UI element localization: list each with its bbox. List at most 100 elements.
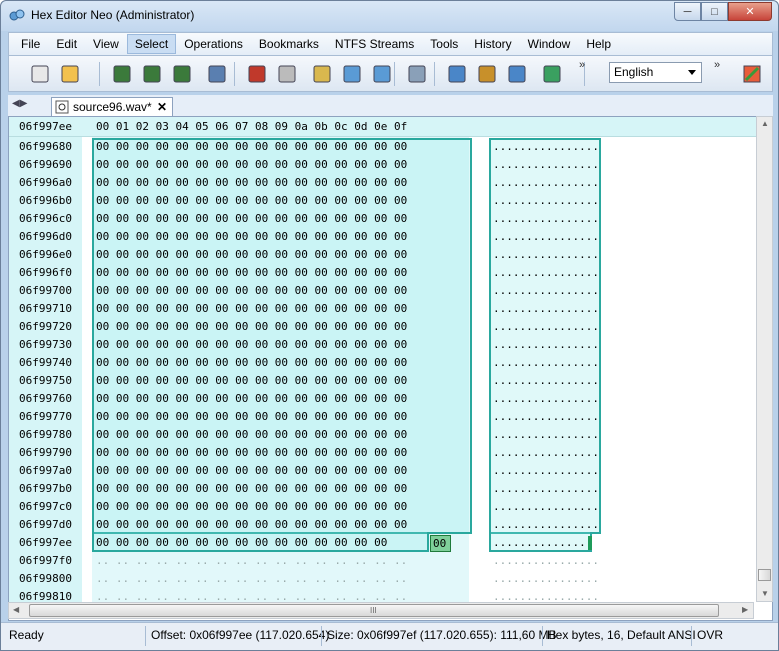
open-folder-icon[interactable] bbox=[57, 61, 83, 87]
current-byte-cursor[interactable]: 00 bbox=[430, 535, 451, 552]
language-select[interactable]: English bbox=[609, 62, 702, 83]
row-hex-bytes[interactable]: 00 00 00 00 00 00 00 00 00 00 00 00 00 0… bbox=[96, 266, 407, 279]
table-row[interactable]: 06f99750 00 00 00 00 00 00 00 00 00 00 00… bbox=[9, 374, 749, 392]
row-ascii[interactable]: ................ bbox=[493, 374, 599, 387]
row-hex-bytes[interactable]: 00 00 00 00 00 00 00 00 00 00 00 00 00 0… bbox=[96, 374, 407, 387]
row-ascii[interactable]: ................ bbox=[493, 266, 599, 279]
table-row[interactable]: 06f996b0 00 00 00 00 00 00 00 00 00 00 00… bbox=[9, 194, 749, 212]
menu-history[interactable]: History bbox=[466, 34, 519, 54]
scroll-down-icon[interactable]: ▼ bbox=[761, 589, 769, 598]
table-row[interactable]: 06f99730 00 00 00 00 00 00 00 00 00 00 00… bbox=[9, 338, 749, 356]
vertical-scroll-thumb[interactable] bbox=[758, 569, 771, 581]
table-row[interactable]: 06f997ee 00 00 00 00 00 00 00 00 00 00 00… bbox=[9, 536, 749, 554]
row-ascii[interactable]: ................ bbox=[493, 248, 599, 261]
table-row[interactable]: 06f996e0 00 00 00 00 00 00 00 00 00 00 00… bbox=[9, 248, 749, 266]
row-hex-bytes[interactable]: 00 00 00 00 00 00 00 00 00 00 00 00 00 0… bbox=[96, 446, 407, 459]
menu-window[interactable]: Window bbox=[520, 34, 579, 54]
row-ascii[interactable]: ................ bbox=[493, 554, 599, 567]
row-hex-bytes[interactable]: 00 00 00 00 00 00 00 00 00 00 00 00 00 0… bbox=[96, 320, 407, 333]
paste-icon[interactable] bbox=[369, 61, 395, 87]
toolbar-overflow-icon[interactable]: » bbox=[579, 59, 585, 71]
row-ascii[interactable]: ................ bbox=[493, 482, 599, 495]
table-row[interactable]: 06f997a0 00 00 00 00 00 00 00 00 00 00 00… bbox=[9, 464, 749, 482]
table-row[interactable]: 06f99680 00 00 00 00 00 00 00 00 00 00 00… bbox=[9, 140, 749, 158]
properties-icon[interactable] bbox=[309, 61, 335, 87]
redo-icon[interactable] bbox=[274, 61, 300, 87]
row-ascii[interactable]: ................ bbox=[493, 158, 599, 171]
table-row[interactable]: 06f997c0 00 00 00 00 00 00 00 00 00 00 00… bbox=[9, 500, 749, 518]
row-ascii[interactable]: ................ bbox=[493, 356, 599, 369]
menu-file[interactable]: File bbox=[13, 34, 48, 54]
tab-document[interactable]: source96.wav* ✕ bbox=[51, 97, 173, 116]
row-ascii[interactable]: ................ bbox=[493, 410, 599, 423]
maximize-button[interactable]: □ bbox=[701, 2, 728, 21]
find-next-icon[interactable] bbox=[474, 61, 500, 87]
undo-icon[interactable] bbox=[244, 61, 270, 87]
row-hex-bytes[interactable]: 00 00 00 00 00 00 00 00 00 00 00 00 00 0… bbox=[96, 338, 407, 351]
title-bar[interactable]: Hex Editor Neo (Administrator) ─ □ ✕ bbox=[1, 1, 778, 31]
find-previous-icon[interactable] bbox=[504, 61, 530, 87]
table-row[interactable]: 06f99770 00 00 00 00 00 00 00 00 00 00 00… bbox=[9, 410, 749, 428]
row-hex-bytes[interactable]: 00 00 00 00 00 00 00 00 00 00 00 00 00 0… bbox=[96, 212, 407, 225]
row-ascii[interactable]: ................ bbox=[493, 392, 599, 405]
table-row[interactable]: 06f996a0 00 00 00 00 00 00 00 00 00 00 00… bbox=[9, 176, 749, 194]
table-row[interactable]: 06f99720 00 00 00 00 00 00 00 00 00 00 00… bbox=[9, 320, 749, 338]
save-all-icon[interactable] bbox=[169, 61, 195, 87]
row-hex-bytes[interactable]: .. .. .. .. .. .. .. .. .. .. .. .. .. .… bbox=[96, 554, 407, 567]
table-row[interactable]: 06f99790 00 00 00 00 00 00 00 00 00 00 00… bbox=[9, 446, 749, 464]
new-file-icon[interactable] bbox=[27, 61, 53, 87]
row-hex-bytes[interactable]: 00 00 00 00 00 00 00 00 00 00 00 00 00 0… bbox=[96, 176, 407, 189]
menu-edit[interactable]: Edit bbox=[48, 34, 85, 54]
table-row[interactable]: 06f99760 00 00 00 00 00 00 00 00 00 00 00… bbox=[9, 392, 749, 410]
table-row[interactable]: 06f99780 00 00 00 00 00 00 00 00 00 00 00… bbox=[9, 428, 749, 446]
bookmark-icon[interactable] bbox=[539, 61, 565, 87]
row-ascii[interactable]: ............... bbox=[493, 536, 592, 549]
toolbar-overflow-icon-2[interactable]: » bbox=[714, 59, 720, 71]
row-hex-bytes[interactable]: 00 00 00 00 00 00 00 00 00 00 00 00 00 0… bbox=[96, 482, 407, 495]
row-hex-bytes[interactable]: 00 00 00 00 00 00 00 00 00 00 00 00 00 0… bbox=[96, 392, 407, 405]
row-hex-bytes[interactable]: 00 00 00 00 00 00 00 00 00 00 00 00 00 0… bbox=[96, 230, 407, 243]
horizontal-scrollbar[interactable]: ◀ III ▶ bbox=[8, 602, 754, 619]
scroll-left-icon[interactable]: ◀ bbox=[13, 605, 19, 614]
row-hex-bytes[interactable]: 00 00 00 00 00 00 00 00 00 00 00 00 00 0… bbox=[96, 194, 407, 207]
customize-icon[interactable] bbox=[739, 61, 765, 87]
find-icon[interactable] bbox=[444, 61, 470, 87]
table-row[interactable]: 06f99690 00 00 00 00 00 00 00 00 00 00 00… bbox=[9, 158, 749, 176]
table-row[interactable]: 06f996d0 00 00 00 00 00 00 00 00 00 00 00… bbox=[9, 230, 749, 248]
row-hex-bytes[interactable]: 00 00 00 00 00 00 00 00 00 00 00 00 00 0… bbox=[96, 302, 407, 315]
table-row[interactable]: 06f99710 00 00 00 00 00 00 00 00 00 00 00… bbox=[9, 302, 749, 320]
tab-scroll-arrows-icon[interactable]: ◀▶ bbox=[12, 98, 27, 109]
row-hex-bytes[interactable]: 00 00 00 00 00 00 00 00 00 00 00 00 00 0… bbox=[96, 410, 407, 423]
scroll-up-icon[interactable]: ▲ bbox=[761, 119, 769, 128]
row-ascii[interactable]: ................ bbox=[493, 320, 599, 333]
row-ascii[interactable]: ................ bbox=[493, 428, 599, 441]
menu-view[interactable]: View bbox=[85, 34, 127, 54]
menu-operations[interactable]: Operations bbox=[176, 34, 251, 54]
minimize-button[interactable]: ─ bbox=[674, 2, 701, 21]
row-ascii[interactable]: ................ bbox=[493, 500, 599, 513]
print-icon[interactable] bbox=[204, 61, 230, 87]
table-row[interactable]: 06f997d0 00 00 00 00 00 00 00 00 00 00 00… bbox=[9, 518, 749, 536]
table-row[interactable]: 06f99700 00 00 00 00 00 00 00 00 00 00 00… bbox=[9, 284, 749, 302]
vertical-scrollbar[interactable]: ▲ ▼ bbox=[756, 116, 773, 602]
row-ascii[interactable]: ................ bbox=[493, 518, 599, 531]
row-hex-bytes[interactable]: 00 00 00 00 00 00 00 00 00 00 00 00 00 0… bbox=[96, 536, 387, 549]
row-ascii[interactable]: ................ bbox=[493, 338, 599, 351]
table-row[interactable]: 06f996f0 00 00 00 00 00 00 00 00 00 00 00… bbox=[9, 266, 749, 284]
table-row[interactable]: 06f99800 .. .. .. .. .. .. .. .. .. .. ..… bbox=[9, 572, 749, 590]
hex-editor-view[interactable]: 06f997ee 00 01 02 03 04 05 06 07 08 09 0… bbox=[8, 116, 773, 621]
row-ascii[interactable]: ................ bbox=[493, 284, 599, 297]
row-ascii[interactable]: ................ bbox=[493, 140, 599, 153]
menu-bookmarks[interactable]: Bookmarks bbox=[251, 34, 327, 54]
save-as-icon[interactable] bbox=[139, 61, 165, 87]
row-hex-bytes[interactable]: 00 00 00 00 00 00 00 00 00 00 00 00 00 0… bbox=[96, 428, 407, 441]
row-hex-bytes[interactable]: 00 00 00 00 00 00 00 00 00 00 00 00 00 0… bbox=[96, 158, 407, 171]
tab-close-icon[interactable]: ✕ bbox=[157, 100, 167, 114]
row-ascii[interactable]: ................ bbox=[493, 230, 599, 243]
menu-help[interactable]: Help bbox=[578, 34, 619, 54]
menu-select[interactable]: Select bbox=[126, 34, 177, 54]
row-hex-bytes[interactable]: 00 00 00 00 00 00 00 00 00 00 00 00 00 0… bbox=[96, 356, 407, 369]
scroll-right-icon[interactable]: ▶ bbox=[742, 605, 748, 614]
save-icon[interactable] bbox=[109, 61, 135, 87]
menu-ntfs-streams[interactable]: NTFS Streams bbox=[327, 34, 422, 54]
